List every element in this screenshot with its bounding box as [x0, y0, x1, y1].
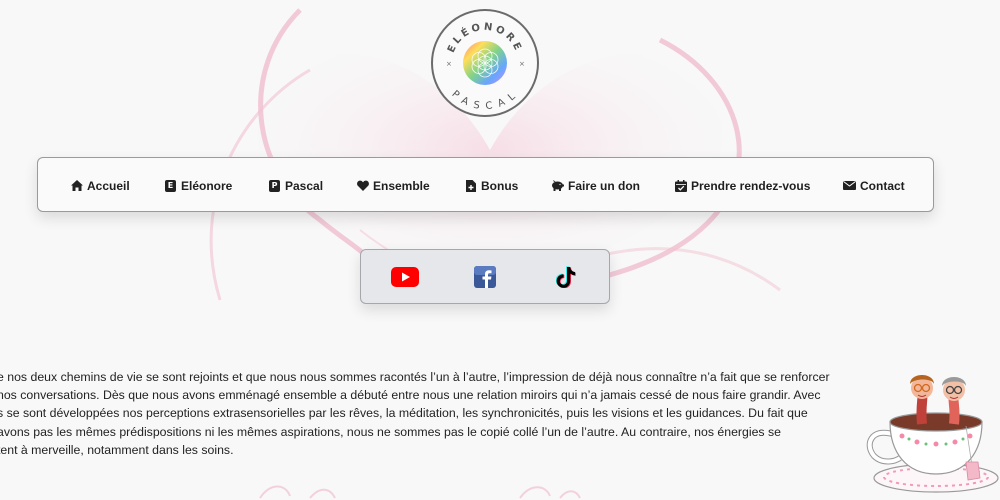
nav-item-ensemble[interactable]: Ensemble: [356, 158, 430, 213]
svg-text:×: ×: [519, 60, 525, 68]
calendar-check-icon: [674, 179, 687, 192]
nav-item-prendre-rendez-vous[interactable]: Prendre rendez-vous: [674, 158, 810, 213]
nav-item-bonus[interactable]: Bonus: [464, 158, 518, 213]
file-plus-icon: [464, 179, 477, 192]
paragraph-line: avons pas les mêmes prédispositions ni l…: [0, 424, 781, 439]
nav-item-eleonore[interactable]: E Eléonore: [164, 158, 232, 213]
intro-paragraph: e nos deux chemins de vie se sont rejoin…: [0, 368, 847, 459]
svg-text:×: ×: [446, 60, 452, 68]
letter-e-icon: E: [164, 179, 177, 192]
tiktok-icon: [556, 266, 576, 288]
paragraph-line: nos conversations. Dès que nous avons em…: [0, 388, 821, 403]
nav-label: Bonus: [481, 178, 519, 193]
nav-item-accueil[interactable]: Accueil: [70, 158, 130, 213]
paragraph-line: s se sont développées nos perceptions ex…: [0, 406, 808, 421]
nav-label: Eléonore: [181, 178, 233, 193]
paragraph-line: e nos deux chemins de vie se sont rejoin…: [0, 370, 830, 384]
youtube-link[interactable]: [391, 264, 419, 290]
nav-label: Ensemble: [373, 178, 430, 193]
facebook-link[interactable]: [471, 264, 499, 290]
nav-label: Accueil: [87, 178, 130, 193]
home-icon: [70, 179, 83, 192]
site-logo[interactable]: ELÉONORE PASCAL × ×: [430, 8, 540, 118]
nav-label: Pascal: [285, 178, 324, 193]
background-swirl-decoration: [259, 485, 581, 499]
nav-item-faire-un-don[interactable]: Faire un don: [551, 158, 640, 213]
teacup-avatars-illustration: [866, 375, 999, 493]
nav-item-contact[interactable]: Contact: [843, 158, 905, 213]
main-navigation: Accueil E Eléonore P Pascal Ensemble Bon…: [37, 157, 934, 212]
piggy-bank-icon: [551, 179, 564, 192]
nav-label: Contact: [860, 178, 905, 193]
paragraph-line: tent à merveille, notamment dans les soi…: [0, 442, 234, 457]
heart-icon: [356, 179, 369, 192]
youtube-icon: [391, 267, 419, 287]
envelope-icon: [843, 179, 856, 192]
tiktok-link[interactable]: [552, 264, 580, 290]
nav-label: Prendre rendez-vous: [691, 178, 811, 193]
nav-label: Faire un don: [568, 178, 640, 193]
facebook-icon: [474, 266, 496, 288]
social-links: [360, 249, 610, 304]
nav-item-pascal[interactable]: P Pascal: [268, 158, 323, 213]
letter-p-icon: P: [268, 179, 281, 192]
